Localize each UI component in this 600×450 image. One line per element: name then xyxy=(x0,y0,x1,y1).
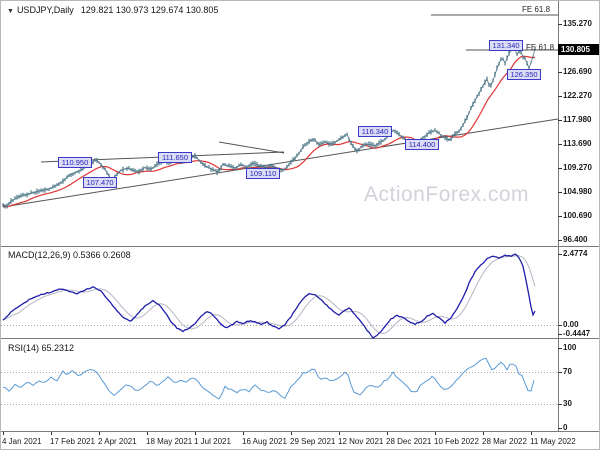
rsi-line xyxy=(3,358,534,399)
macd-indicator-label: MACD(12,26,9) 0.5366 0.2608 xyxy=(8,250,131,260)
date-axis-label: 28 Mar 2022 xyxy=(482,437,527,446)
date-axis-label: 11 May 2022 xyxy=(530,437,576,446)
date-axis-label: 1 Jul 2021 xyxy=(194,437,231,446)
date-axis-label: 2 Apr 2021 xyxy=(98,437,137,446)
swing-price-label: 109.110 xyxy=(246,168,280,179)
swing-price-label: 126.350 xyxy=(507,69,541,80)
date-axis-label: 4 Jan 2021 xyxy=(2,437,42,446)
rsi-axis-label: 70 xyxy=(563,367,572,377)
price-axis-label: 113.690 xyxy=(563,139,591,149)
date-axis-label: 18 May 2021 xyxy=(146,437,192,446)
swing-price-label: 116.340 xyxy=(358,126,392,137)
chart-window: ActionForex.com ▼USDJPY,Daily129.821 130… xyxy=(0,0,600,450)
price-axis-label: 104.980 xyxy=(563,187,592,197)
symbol-timeframe: USDJPY,Daily xyxy=(17,5,74,15)
swing-price-label: 131.340 xyxy=(489,40,523,51)
date-axis-label: 12 Nov 2021 xyxy=(338,437,383,446)
swing-price-label: 110.950 xyxy=(58,157,92,168)
macd-axis-label: -0.4447 xyxy=(563,329,590,339)
date-axis-label: 17 Feb 2021 xyxy=(50,437,95,446)
price-axis-label: 100.690 xyxy=(563,211,592,221)
macd-signal-line xyxy=(3,256,535,334)
price-axis-label: 135.270 xyxy=(563,19,592,29)
date-axis-label: 10 Feb 2022 xyxy=(434,437,479,446)
swing-price-label: 114.400 xyxy=(405,139,439,150)
fib-extension-label: FE 61.8 xyxy=(522,5,550,14)
chart-title: ▼USDJPY,Daily 129.821 130.973 129.674 130… xyxy=(7,5,218,15)
rsi-axis-label: 100 xyxy=(563,343,576,353)
date-axis-label: 28 Dec 2021 xyxy=(386,437,431,446)
swing-price-label: 107.470 xyxy=(83,177,117,188)
rsi-axis-label: 0 xyxy=(563,423,567,433)
price-axis-label: 109.270 xyxy=(563,163,592,173)
price-axis-label: 122.270 xyxy=(563,91,592,101)
fib-extension-label: FE 61.8 xyxy=(526,43,554,52)
price-axis-label: 117.980 xyxy=(563,115,591,125)
rsi-indicator-label: RSI(14) 65.2312 xyxy=(8,343,74,353)
date-axis-label: 29 Sep 2021 xyxy=(290,437,335,446)
swing-price-label: 111.650 xyxy=(158,152,192,163)
date-axis-label: 16 Aug 2021 xyxy=(242,437,287,446)
rsi-axis-label: 30 xyxy=(563,399,572,409)
price-axis-label: 96.400 xyxy=(563,235,587,245)
macd-axis-label: 2.4774 xyxy=(563,249,587,259)
trendline xyxy=(219,142,284,153)
current-price-label: 130.805 xyxy=(558,44,600,55)
collapse-triangle-icon[interactable]: ▼ xyxy=(7,8,14,15)
ohlc-values: 129.821 130.973 129.674 130.805 xyxy=(81,5,219,15)
price-axis-label: 126.690 xyxy=(563,67,592,77)
